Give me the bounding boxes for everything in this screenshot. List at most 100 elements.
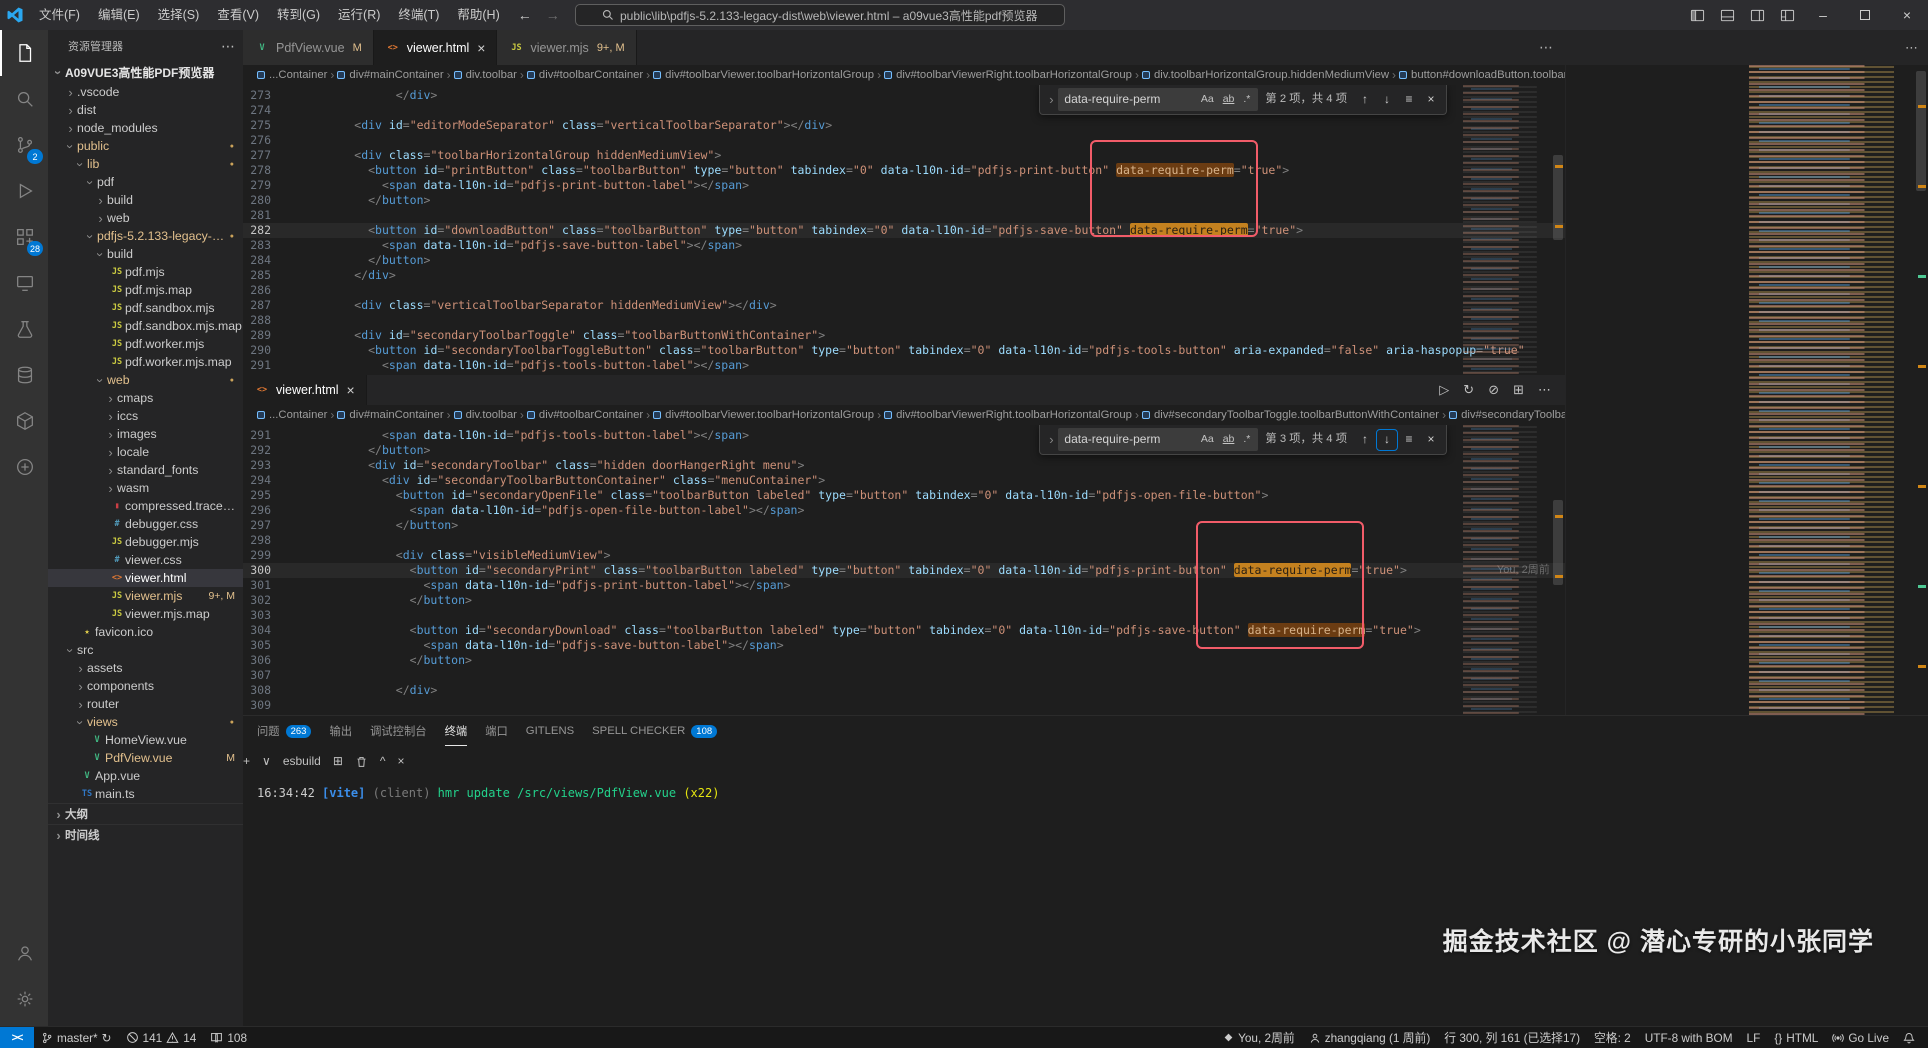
code-line[interactable]: 281 (243, 208, 1565, 223)
explorer-icon[interactable] (0, 30, 48, 76)
code-line[interactable]: 309 (243, 698, 1565, 713)
code-line[interactable]: 297 </button> (243, 518, 1565, 533)
close-tab-icon[interactable]: × (477, 40, 485, 56)
gitlens-author-status[interactable]: zhangqiang (1 周前) (1302, 1027, 1438, 1048)
command-center-search[interactable]: public\lib\pdfjs-5.2.133-legacy-dist\web… (575, 4, 1065, 26)
code-line[interactable]: 279 <span data-l10n-id="pdfjs-print-butt… (243, 178, 1565, 193)
tree-file-App.vue[interactable]: VApp.vue (48, 767, 243, 785)
tree-file-viewer.css[interactable]: #viewer.css (48, 551, 243, 569)
breadcrumb-item[interactable]: div#secondaryToolbar.hidden.d... (1449, 409, 1565, 421)
run-debug-icon[interactable] (0, 168, 48, 214)
editor-more-actions-icon[interactable]: ⋯ (1905, 40, 1918, 56)
toggle-secondary-sidebar-icon[interactable] (1742, 0, 1772, 30)
notifications-bell-icon[interactable] (1896, 1027, 1922, 1048)
tree-folder-standard_fonts[interactable]: ›standard_fonts (48, 461, 243, 479)
tree-folder-cmaps[interactable]: ›cmaps (48, 389, 243, 407)
tree-folder-lib[interactable]: ›lib● (48, 155, 243, 173)
eol-status[interactable]: LF (1740, 1027, 1768, 1048)
tree-file-viewer.mjs.map[interactable]: JSviewer.mjs.map (48, 605, 243, 623)
split-editor-icon[interactable]: ⊞ (1513, 382, 1524, 398)
tree-folder-wasm[interactable]: ›wasm (48, 479, 243, 497)
minimap[interactable] (1461, 85, 1551, 375)
tree-file-PdfView.vue[interactable]: VPdfView.vueM (48, 749, 243, 767)
menu-item[interactable]: 编辑(E) (89, 0, 149, 30)
tree-folder-build[interactable]: ›build (48, 191, 243, 209)
breadcrumb-item[interactable]: div.toolbar (454, 69, 517, 81)
code-line[interactable]: 296 <span data-l10n-id="pdfjs-open-file-… (243, 503, 1565, 518)
find-previous-icon[interactable]: ↑ (1355, 90, 1375, 110)
find-next-icon[interactable]: ↓ (1377, 430, 1397, 450)
breadcrumb-item[interactable]: div.toolbarHorizontalGroup.hiddenMediumV… (1142, 69, 1389, 81)
tree-folder-components[interactable]: ›components (48, 677, 243, 695)
find-in-selection-icon[interactable]: ≡ (1399, 90, 1419, 110)
panel-tab-输出[interactable]: 输出 (329, 716, 352, 746)
panel-tab-问题[interactable]: 问题263 (257, 716, 311, 746)
toggle-panel-icon[interactable] (1712, 0, 1742, 30)
toggle-sidebar-icon[interactable] (1682, 0, 1712, 30)
code-line[interactable]: 294 <div id="secondaryToolbarButtonConta… (243, 473, 1565, 488)
git-branch-status[interactable]: master* ↻ (34, 1027, 119, 1048)
whole-word-icon[interactable]: ab (1221, 431, 1237, 448)
remote-indicator[interactable]: >< (0, 1027, 34, 1048)
find-previous-icon[interactable]: ↑ (1355, 430, 1375, 450)
breadcrumb-item[interactable]: ...Container (257, 409, 327, 421)
code-line[interactable]: 284 </button> (243, 253, 1565, 268)
tree-folder-.vscode[interactable]: ›.vscode (48, 83, 243, 101)
tree-folder-iccs[interactable]: ›iccs (48, 407, 243, 425)
code-line[interactable]: 286 (243, 283, 1565, 298)
panel-tab-调试控制台[interactable]: 调试控制台 (370, 716, 427, 746)
match-case-icon[interactable]: Aa (1199, 431, 1216, 448)
tab-bar-more-icon[interactable]: ⋯ (1527, 30, 1565, 65)
source-control-icon[interactable]: 2 (0, 122, 48, 168)
breadcrumb-item[interactable]: button#downloadButton.toolbarButton (1399, 69, 1565, 81)
refresh-icon[interactable]: ↻ (1463, 382, 1474, 398)
tree-folder-src[interactable]: ›src (48, 641, 243, 659)
code-line[interactable]: 283 <span data-l10n-id="pdfjs-save-butto… (243, 238, 1565, 253)
code-line[interactable]: 280 </button> (243, 193, 1565, 208)
code-line[interactable]: 307 (243, 668, 1565, 683)
breadcrumb-item[interactable]: div#toolbarViewer.toolbarHorizontalGroup (653, 69, 874, 81)
tree-file-pdf.mjs.map[interactable]: JSpdf.mjs.map (48, 281, 243, 299)
panel-tab-端口[interactable]: 端口 (485, 716, 508, 746)
remote-explorer-icon[interactable] (0, 260, 48, 306)
settings-gear-icon[interactable] (0, 976, 48, 1022)
tree-file-pdf.sandbox.mjs[interactable]: JSpdf.sandbox.mjs (48, 299, 243, 317)
code-line[interactable]: 277 <div class="toolbarHorizontalGroup h… (243, 148, 1565, 163)
tree-folder-web[interactable]: ›web● (48, 371, 243, 389)
tree-file-main.ts[interactable]: TSmain.ts (48, 785, 243, 803)
code-line[interactable]: 304 <button id="secondaryDownload" class… (243, 623, 1565, 638)
minimap[interactable] (1745, 65, 1910, 715)
close-find-icon[interactable]: × (1421, 430, 1441, 450)
breadcrumb-item[interactable]: div#mainContainer (337, 69, 443, 81)
menu-item[interactable]: 终端(T) (389, 0, 448, 30)
code-line[interactable]: 289 <div id="secondaryToolbarToggle" cla… (243, 328, 1565, 343)
explorer-more-actions-icon[interactable]: ⋯ (221, 38, 235, 55)
tree-file-pdf.sandbox.mjs.map[interactable]: JSpdf.sandbox.mjs.map (48, 317, 243, 335)
tree-file-compressed.tracemonkey-pld...[interactable]: ▮compressed.tracemonkey-pld... (48, 497, 243, 515)
code-line[interactable]: 303 (243, 608, 1565, 623)
tree-folder-views[interactable]: ›views● (48, 713, 243, 731)
code-line[interactable]: 308 </div> (243, 683, 1565, 698)
breadcrumb-item[interactable]: ...Container (257, 69, 327, 81)
gitlens-blame-status[interactable]: You, 2周前 (1216, 1027, 1302, 1048)
code-line[interactable]: 288 (243, 313, 1565, 328)
spell-checker-status[interactable]: 108 (203, 1027, 254, 1048)
close-tab-icon[interactable]: × (347, 382, 355, 398)
run-file-icon[interactable]: ▷ (1439, 382, 1449, 398)
new-terminal-icon[interactable]: + (243, 754, 250, 768)
docker-icon[interactable] (0, 398, 48, 444)
code-line[interactable]: 301 <span data-l10n-id="pdfjs-print-butt… (243, 578, 1565, 593)
tree-file-favicon.ico[interactable]: ★favicon.ico (48, 623, 243, 641)
terminal-process-label[interactable]: esbuild (283, 754, 321, 768)
breadcrumb-item[interactable]: div#toolbarContainer (527, 409, 643, 421)
editor-pane-bottom[interactable]: 291 <span data-l10n-id="pdfjs-tools-butt… (243, 425, 1565, 715)
split-terminal-icon[interactable]: ⊞ (333, 754, 343, 768)
code-line[interactable]: 278 <button id="printButton" class="tool… (243, 163, 1565, 178)
maximize-icon[interactable] (1844, 0, 1886, 30)
find-next-icon[interactable]: ↓ (1377, 90, 1397, 110)
menu-item[interactable]: 文件(F) (30, 0, 89, 30)
code-line[interactable]: 282 <button id="downloadButton" class="t… (243, 223, 1565, 238)
code-line[interactable]: 293 <div id="secondaryToolbar" class="hi… (243, 458, 1565, 473)
menu-item[interactable]: 运行(R) (329, 0, 389, 30)
cursor-position-status[interactable]: 行 300, 列 161 (已选择17) (1437, 1027, 1587, 1048)
